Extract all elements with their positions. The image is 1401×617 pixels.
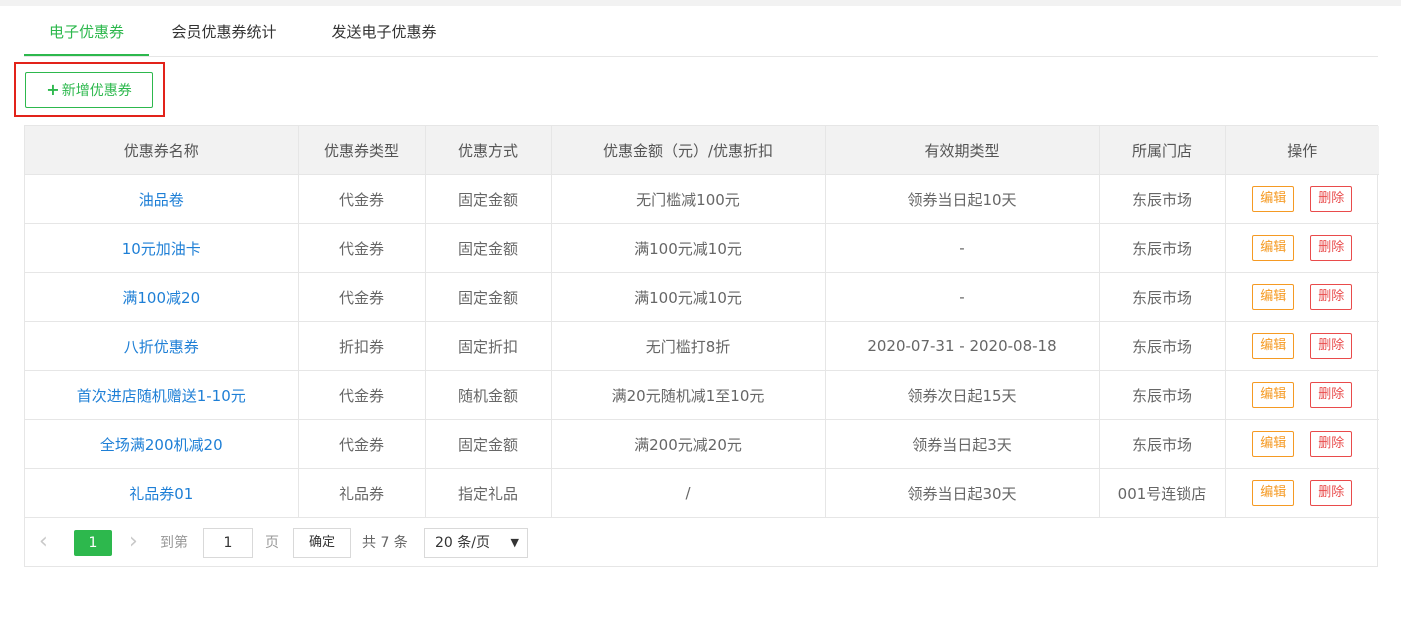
table-row: 首次进店随机赠送1-10元 代金券 随机金额 满20元随机减1至10元 领券次日…	[25, 370, 1379, 420]
tab-member-coupon-stats[interactable]: 会员优惠券统计	[159, 6, 289, 56]
delete-button[interactable]: 删除	[1310, 333, 1353, 359]
discount-method-cell: 固定折扣	[425, 321, 552, 371]
coupon-type-cell: 代金券	[298, 174, 426, 224]
validity-cell: -	[825, 272, 1100, 322]
prev-page-icon[interactable]: ‹	[39, 530, 48, 554]
discount-method-cell: 指定礼品	[425, 468, 552, 518]
amount-cell: 无门槛减100元	[551, 174, 826, 224]
coupon-name-link[interactable]: 礼品券01	[25, 468, 299, 518]
coupon-name-link[interactable]: 全场满200机减20	[25, 419, 299, 469]
goto-label: 到第	[160, 535, 188, 551]
discount-method-cell: 固定金额	[425, 223, 552, 273]
delete-button[interactable]: 删除	[1310, 186, 1353, 212]
coupon-name-link[interactable]: 八折优惠券	[25, 321, 299, 371]
table-row: 油品卷 代金券 固定金额 无门槛减100元 领券当日起10天 东辰市场 编辑 删除	[25, 174, 1379, 224]
actions-cell: 编辑 删除	[1225, 419, 1379, 469]
validity-cell: -	[825, 223, 1100, 273]
header-actions: 操作	[1225, 126, 1379, 175]
actions-cell: 编辑 删除	[1225, 321, 1379, 371]
validity-cell: 领券当日起3天	[825, 419, 1100, 469]
amount-cell: /	[551, 468, 826, 518]
edit-button[interactable]: 编辑	[1252, 186, 1295, 212]
amount-cell: 满200元减20元	[551, 419, 826, 469]
discount-method-cell: 固定金额	[425, 419, 552, 469]
store-cell: 001号连锁店	[1099, 468, 1226, 518]
total-count: 共 7 条	[362, 535, 408, 551]
validity-cell: 领券当日起30天	[825, 468, 1100, 518]
header-discount-method: 优惠方式	[425, 126, 552, 175]
amount-cell: 满100元减10元	[551, 223, 826, 273]
coupon-name-link[interactable]: 首次进店随机赠送1-10元	[25, 370, 299, 420]
header-coupon-type: 优惠券类型	[298, 126, 426, 175]
validity-cell: 领券次日起15天	[825, 370, 1100, 420]
page-unit-label: 页	[265, 535, 279, 551]
delete-button[interactable]: 删除	[1310, 480, 1353, 506]
current-page-button[interactable]: 1	[74, 530, 112, 556]
page-size-select[interactable]: 20 条/页 ▼	[424, 528, 528, 558]
actions-cell: 编辑 删除	[1225, 174, 1379, 224]
edit-button[interactable]: 编辑	[1252, 333, 1295, 359]
delete-button[interactable]: 删除	[1310, 284, 1353, 310]
actions-cell: 编辑 删除	[1225, 370, 1379, 420]
edit-button[interactable]: 编辑	[1252, 284, 1295, 310]
caret-down-icon: ▼	[510, 536, 519, 549]
discount-method-cell: 随机金额	[425, 370, 552, 420]
goto-page-input[interactable]	[203, 528, 253, 558]
coupon-name-link[interactable]: 满100减20	[25, 272, 299, 322]
coupon-type-cell: 折扣券	[298, 321, 426, 371]
coupon-type-cell: 礼品券	[298, 468, 426, 518]
add-coupon-label: 新增优惠券	[61, 83, 132, 99]
delete-button[interactable]: 删除	[1310, 382, 1353, 408]
table-row: 八折优惠券 折扣券 固定折扣 无门槛打8折 2020-07-31 - 2020-…	[25, 321, 1379, 371]
discount-method-cell: 固定金额	[425, 272, 552, 322]
amount-cell: 满20元随机减1至10元	[551, 370, 826, 420]
discount-method-cell: 固定金额	[425, 174, 552, 224]
validity-cell: 2020-07-31 - 2020-08-18	[825, 321, 1100, 371]
table-row: 满100减20 代金券 固定金额 满100元减10元 - 东辰市场 编辑 删除	[25, 272, 1379, 322]
pagination: ‹ 1 › 到第 页 确定 共 7 条 20 条/页 ▼	[25, 518, 1377, 566]
table-row: 全场满200机减20 代金券 固定金额 满200元减20元 领券当日起3天 东辰…	[25, 419, 1379, 469]
add-coupon-button[interactable]: + 新增优惠券	[25, 72, 153, 108]
store-cell: 东辰市场	[1099, 321, 1226, 371]
coupon-type-cell: 代金券	[298, 272, 426, 322]
coupon-type-cell: 代金券	[298, 370, 426, 420]
tab-electronic-coupons[interactable]: 电子优惠券	[24, 6, 149, 56]
plus-icon: +	[46, 80, 60, 99]
next-page-icon[interactable]: ›	[129, 530, 138, 554]
tab-bar: 电子优惠券 会员优惠券统计 发送电子优惠券	[24, 6, 1378, 57]
highlight-box: + 新增优惠券	[14, 62, 165, 117]
header-store: 所属门店	[1099, 126, 1226, 175]
actions-cell: 编辑 删除	[1225, 272, 1379, 322]
header-coupon-name: 优惠券名称	[25, 126, 299, 175]
amount-cell: 无门槛打8折	[551, 321, 826, 371]
edit-button[interactable]: 编辑	[1252, 480, 1295, 506]
edit-button[interactable]: 编辑	[1252, 382, 1295, 408]
store-cell: 东辰市场	[1099, 370, 1226, 420]
coupon-type-cell: 代金券	[298, 419, 426, 469]
delete-button[interactable]: 删除	[1310, 431, 1353, 457]
coupon-name-link[interactable]: 10元加油卡	[25, 223, 299, 273]
coupon-name-link[interactable]: 油品卷	[25, 174, 299, 224]
confirm-goto-button[interactable]: 确定	[293, 528, 351, 558]
coupon-table: 优惠券名称 优惠券类型 优惠方式 优惠金额（元）/优惠折扣 有效期类型 所属门店…	[24, 125, 1379, 567]
table-row: 礼品券01 礼品券 指定礼品 / 领券当日起30天 001号连锁店 编辑 删除	[25, 468, 1379, 518]
actions-cell: 编辑 删除	[1225, 223, 1379, 273]
store-cell: 东辰市场	[1099, 419, 1226, 469]
table-header-row: 优惠券名称 优惠券类型 优惠方式 优惠金额（元）/优惠折扣 有效期类型 所属门店…	[25, 126, 1379, 175]
coupon-type-cell: 代金券	[298, 223, 426, 273]
actions-cell: 编辑 删除	[1225, 468, 1379, 518]
header-validity-type: 有效期类型	[825, 126, 1100, 175]
header-amount: 优惠金额（元）/优惠折扣	[551, 126, 826, 175]
store-cell: 东辰市场	[1099, 174, 1226, 224]
store-cell: 东辰市场	[1099, 223, 1226, 273]
table-row: 10元加油卡 代金券 固定金额 满100元减10元 - 东辰市场 编辑 删除	[25, 223, 1379, 273]
edit-button[interactable]: 编辑	[1252, 235, 1295, 261]
amount-cell: 满100元减10元	[551, 272, 826, 322]
delete-button[interactable]: 删除	[1310, 235, 1353, 261]
edit-button[interactable]: 编辑	[1252, 431, 1295, 457]
validity-cell: 领券当日起10天	[825, 174, 1100, 224]
store-cell: 东辰市场	[1099, 272, 1226, 322]
tab-send-electronic-coupons[interactable]: 发送电子优惠券	[314, 6, 454, 56]
page-size-value: 20 条/页	[435, 535, 490, 551]
